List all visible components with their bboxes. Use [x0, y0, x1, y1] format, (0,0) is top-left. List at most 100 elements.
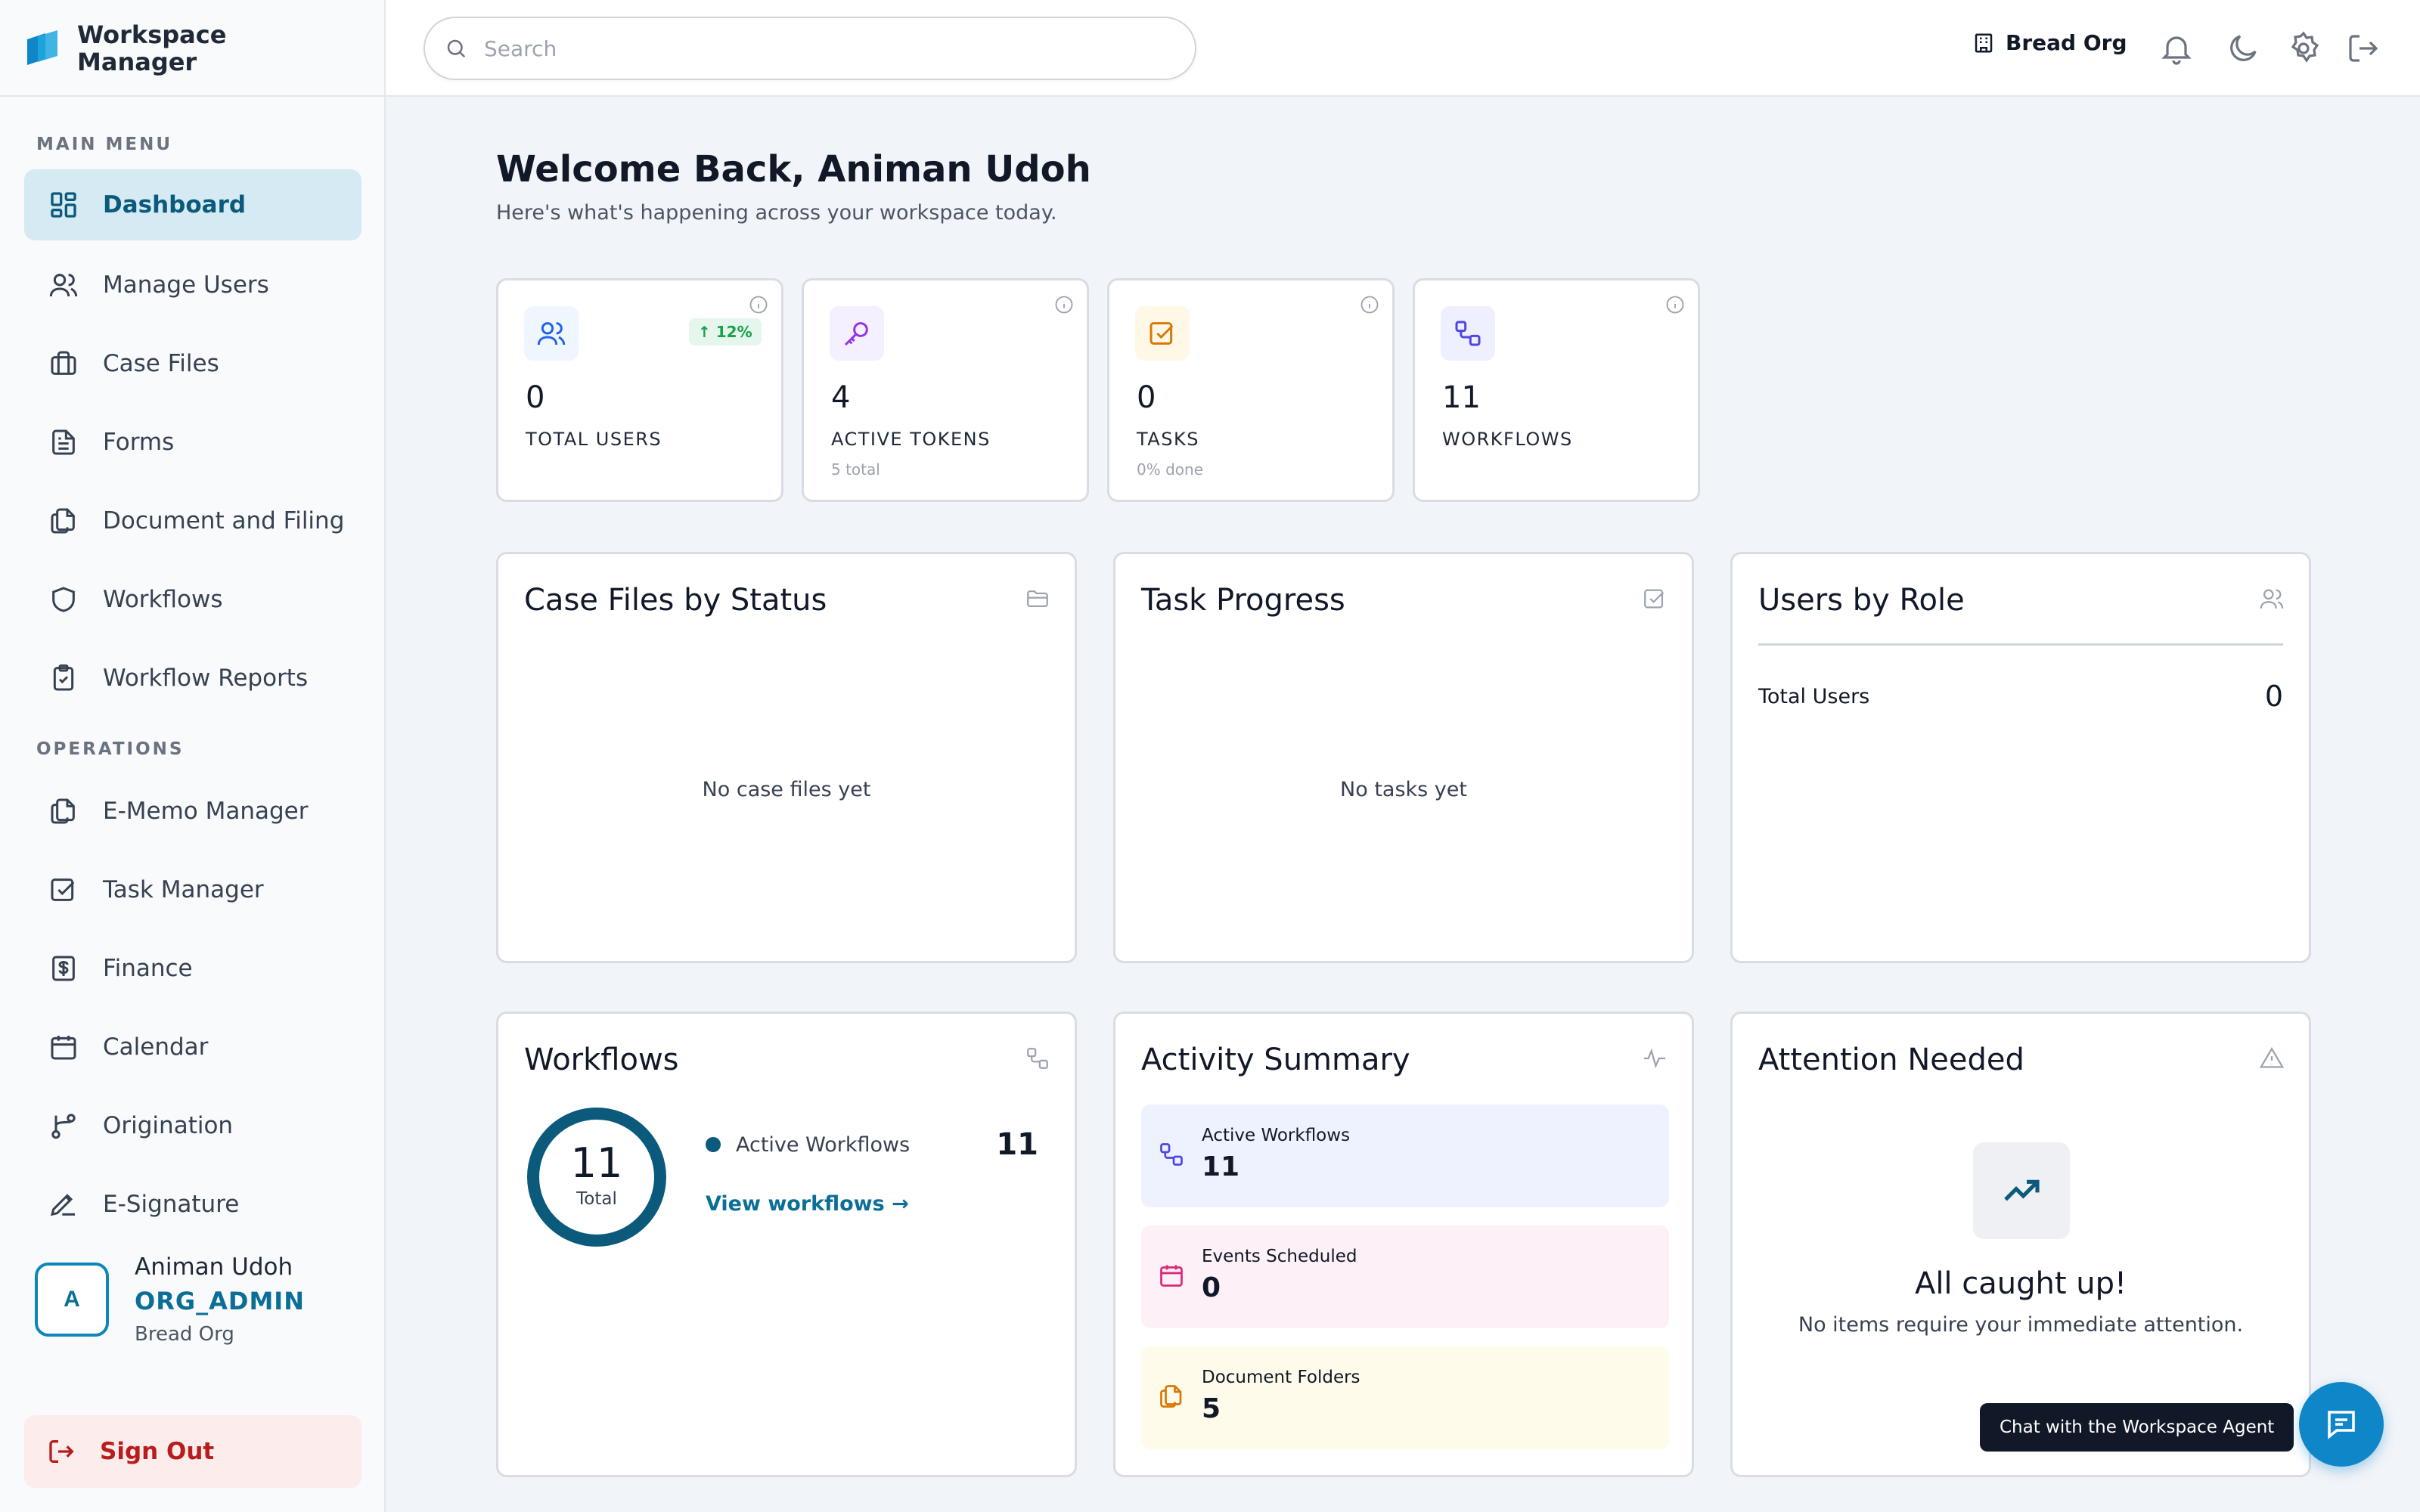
stat-card-tasks[interactable]: 0 TASKS 0% done — [1107, 278, 1395, 502]
documents-icon — [48, 506, 79, 536]
brand-line-1: Workspace — [77, 20, 227, 49]
org-switcher[interactable]: Bread Org — [1972, 30, 2127, 55]
building-icon — [1972, 32, 1995, 54]
sidebar-item-dashboard[interactable]: Dashboard — [24, 169, 361, 240]
sidebar-item-case-files[interactable]: Case Files — [24, 328, 361, 399]
sidebar: Workspace Manager MAIN MENU Dashboard Ma… — [0, 0, 386, 1512]
sidebar-item-workflow-reports[interactable]: Workflow Reports — [24, 643, 361, 714]
activity-value: 5 — [1202, 1393, 1221, 1424]
checkbox-icon — [1135, 306, 1190, 361]
avatar: A — [35, 1263, 109, 1337]
page-subtitle: Here's what's happening across your work… — [496, 201, 1057, 225]
activity-summary-card: Activity Summary Active Workflows 11 Eve… — [1113, 1012, 1694, 1477]
memo-icon — [48, 796, 79, 826]
search-bar[interactable] — [424, 17, 1196, 80]
task-progress-card: Task Progress No tasks yet — [1113, 552, 1694, 963]
sidebar-item-calendar[interactable]: Calendar — [24, 1012, 361, 1083]
warning-icon — [2259, 1046, 2285, 1071]
stat-label: TASKS — [1137, 429, 1199, 450]
activity-label: Document Folders — [1202, 1368, 1360, 1387]
checkbox-icon — [1642, 586, 1668, 612]
sidebar-item-e-memo-manager[interactable]: E-Memo Manager — [24, 776, 361, 847]
workflow-icon — [1158, 1141, 1185, 1168]
card-title: Users by Role — [1758, 583, 1965, 618]
activity-label: Events Scheduled — [1202, 1247, 1357, 1266]
gear-icon[interactable] — [2285, 30, 2322, 67]
sidebar-item-forms[interactable]: Forms — [24, 407, 361, 478]
search-input[interactable] — [484, 36, 1165, 61]
bell-icon[interactable] — [2158, 30, 2195, 67]
info-icon[interactable] — [1053, 294, 1075, 315]
view-workflows-link[interactable]: View workflows → — [706, 1192, 909, 1216]
briefcase-icon — [48, 349, 79, 379]
chat-button[interactable] — [2299, 1382, 2384, 1467]
sidebar-item-label: E-Signature — [103, 1191, 240, 1218]
stat-card-total-users[interactable]: ↑ 12% 0 TOTAL USERS — [496, 278, 783, 502]
sidebar-item-task-manager[interactable]: Task Manager — [24, 854, 361, 925]
calendar-icon — [48, 1032, 79, 1062]
sidebar-item-origination[interactable]: Origination — [24, 1090, 361, 1161]
stat-card-active-tokens[interactable]: 4 ACTIVE TOKENS 5 total — [802, 278, 1089, 502]
info-icon[interactable] — [748, 294, 769, 315]
workflow-icon — [1025, 1046, 1050, 1071]
dollar-icon — [48, 953, 79, 984]
sidebar-item-label: Workflow Reports — [103, 665, 309, 692]
stat-label: WORKFLOWS — [1442, 429, 1573, 450]
sidebar-item-finance[interactable]: Finance — [24, 933, 361, 1004]
stat-sub: 0% done — [1137, 460, 1203, 479]
legend-label: Active Workflows — [736, 1132, 911, 1157]
empty-state: No case files yet — [702, 778, 871, 801]
trend-value: 12% — [715, 323, 752, 341]
sidebar-item-manage-users[interactable]: Manage Users — [24, 249, 361, 321]
moon-icon[interactable] — [2225, 30, 2261, 67]
divider — [0, 95, 386, 97]
activity-item-events-scheduled[interactable]: Events Scheduled 0 — [1141, 1225, 1669, 1328]
info-icon[interactable] — [1359, 294, 1380, 315]
card-title: Attention Needed — [1758, 1043, 2024, 1077]
folder-icon — [1025, 586, 1050, 612]
donut-label: Total — [576, 1189, 617, 1209]
attention-message: No items require your immediate attentio… — [1798, 1313, 2244, 1337]
brand-name: Workspace Manager — [77, 21, 226, 76]
user-name: Animan Udoh — [135, 1253, 293, 1281]
trend-badge: ↑ 12% — [689, 318, 762, 345]
users-icon — [524, 306, 579, 361]
logout-icon[interactable] — [2346, 30, 2382, 67]
stat-card-workflows[interactable]: 11 WORKFLOWS — [1413, 278, 1700, 502]
legend-item: Active Workflows 11 — [706, 1127, 1038, 1162]
sidebar-item-label: Finance — [103, 955, 193, 982]
user-profile[interactable]: A Animan Udoh ORG_ADMIN Bread Org — [35, 1244, 305, 1346]
chat-icon — [2323, 1406, 2360, 1442]
pen-icon — [48, 1189, 79, 1219]
logout-icon — [47, 1436, 77, 1467]
sidebar-item-label: Workflows — [103, 586, 223, 613]
clipboard-check-icon — [48, 663, 79, 693]
org-name: Bread Org — [2006, 30, 2127, 55]
sidebar-item-label: Origination — [103, 1112, 234, 1139]
sidebar-item-document-and-filing[interactable]: Document and Filing — [24, 485, 361, 556]
dashboard-icon — [48, 190, 79, 220]
role-row: Total Users 0 — [1758, 680, 2283, 713]
legend-dot — [706, 1137, 721, 1152]
brand-logo[interactable]: Workspace Manager — [23, 18, 226, 79]
activity-item-active-workflows[interactable]: Active Workflows 11 — [1141, 1105, 1669, 1207]
stat-sub: 5 total — [831, 460, 880, 479]
activity-item-document-folders[interactable]: Document Folders 5 — [1141, 1346, 1669, 1449]
divider — [1758, 643, 2283, 646]
sidebar-item-e-signature[interactable]: E-Signature — [24, 1169, 361, 1240]
sign-out-button[interactable]: Sign Out — [24, 1415, 361, 1488]
sign-out-label: Sign Out — [100, 1438, 215, 1465]
donut-total: 11 — [570, 1139, 623, 1187]
activity-icon — [1642, 1046, 1668, 1071]
info-icon[interactable] — [1665, 294, 1686, 315]
sidebar-item-label: Calendar — [103, 1033, 209, 1061]
sidebar-item-label: Case Files — [103, 350, 219, 377]
main-menu-label: MAIN MENU — [36, 135, 173, 154]
search-icon — [445, 37, 467, 60]
stat-label: TOTAL USERS — [526, 429, 662, 450]
sidebar-item-label: Task Manager — [103, 876, 264, 903]
card-title: Activity Summary — [1141, 1043, 1410, 1077]
sidebar-item-workflows[interactable]: Workflows — [24, 564, 361, 635]
git-branch-icon — [48, 1111, 79, 1141]
key-icon — [830, 306, 884, 361]
